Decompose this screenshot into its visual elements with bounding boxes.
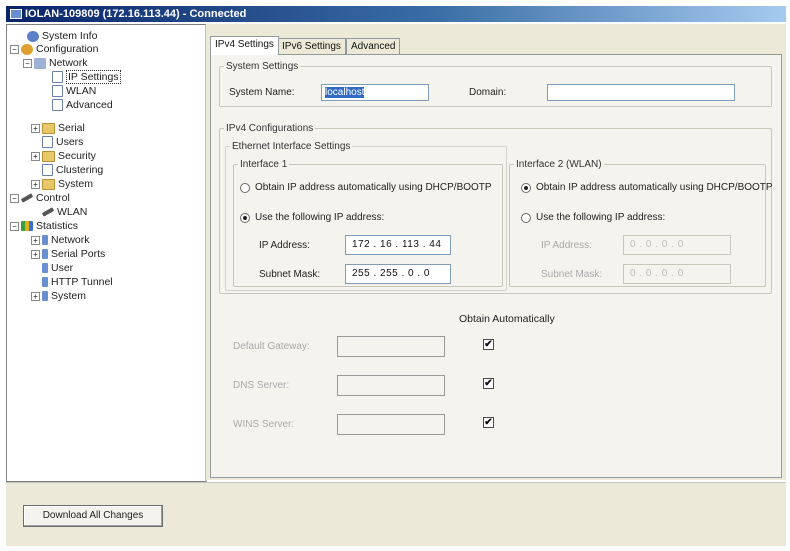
expand-toggle[interactable]: + xyxy=(31,124,40,133)
interface1-ip-label: IP Address: xyxy=(259,240,310,251)
info-icon xyxy=(27,30,39,42)
download-all-changes-button[interactable]: Download All Changes xyxy=(23,505,163,527)
gear-icon xyxy=(21,43,33,55)
collapse-toggle[interactable]: − xyxy=(23,59,32,68)
default-gateway-label: Default Gateway: xyxy=(233,341,310,352)
tree-item-configuration[interactable]: Configuration xyxy=(21,42,98,56)
network-icon xyxy=(34,57,46,69)
tree-item-control-wlan[interactable]: WLAN xyxy=(41,205,87,219)
expand-toggle[interactable]: + xyxy=(31,292,40,301)
page-icon xyxy=(42,164,53,177)
wrench-icon xyxy=(20,193,34,203)
wins-server-input xyxy=(337,414,445,435)
chart-icon xyxy=(42,263,48,274)
interface2-mask-label: Subnet Mask: xyxy=(541,269,603,280)
interface1-static-label: Use the following IP address: xyxy=(255,212,385,223)
tree-item-users[interactable]: Users xyxy=(42,135,83,149)
tree-item-ip-settings[interactable]: IP Settings xyxy=(52,70,121,84)
tab-ipv6-settings[interactable]: IPv6 Settings xyxy=(277,38,346,54)
dns-server-input xyxy=(337,375,445,396)
settings-panel: IPv4 Settings IPv6 Settings Advanced Sys… xyxy=(206,24,786,480)
interface2-static-radio[interactable] xyxy=(521,213,531,223)
system-name-label: System Name: xyxy=(229,87,295,98)
interface2-static-label: Use the following IP address: xyxy=(536,212,666,223)
page-icon xyxy=(42,136,53,149)
interface1-mask-label: Subnet Mask: xyxy=(259,269,321,280)
expand-toggle[interactable]: + xyxy=(31,236,40,245)
bottom-bar: Download All Changes xyxy=(6,482,786,546)
page-icon xyxy=(52,85,63,98)
page-icon xyxy=(52,99,63,112)
tree-item-statistics[interactable]: Statistics xyxy=(21,219,78,233)
expand-toggle[interactable]: + xyxy=(31,180,40,189)
system-settings-legend: System Settings xyxy=(226,61,299,72)
wins-server-label: WINS Server: xyxy=(233,419,295,430)
tab-advanced[interactable]: Advanced xyxy=(346,38,401,54)
tree-item-system[interactable]: System xyxy=(42,177,93,191)
default-gateway-input xyxy=(337,336,445,357)
tree-item-stat-network[interactable]: Network xyxy=(42,233,90,247)
interface1-ip-input[interactable]: 172 . 16 . 113 . 44 xyxy=(345,235,451,255)
ipv4-configurations-legend: IPv4 Configurations xyxy=(226,123,314,134)
wins-auto-checkbox[interactable]: ✔ xyxy=(483,417,494,428)
interface2-legend: Interface 2 (WLAN) xyxy=(516,159,602,170)
ethernet-interface-legend: Ethernet Interface Settings xyxy=(232,141,351,152)
expand-toggle[interactable]: + xyxy=(31,152,40,161)
folder-icon xyxy=(42,178,55,190)
tree-item-system-info[interactable]: System Info xyxy=(27,29,97,43)
interface1-dhcp-label: Obtain IP address automatically using DH… xyxy=(255,182,492,193)
folder-icon xyxy=(42,122,55,134)
folder-icon xyxy=(42,150,55,162)
wrench-icon xyxy=(41,207,55,217)
page-icon xyxy=(52,71,63,84)
navigation-tree[interactable]: System Info − Configuration − Network IP… xyxy=(6,24,207,482)
tree-item-wlan[interactable]: WLAN xyxy=(52,84,96,98)
gateway-auto-checkbox[interactable]: ✔ xyxy=(483,339,494,350)
interface2-dhcp-label: Obtain IP address automatically using DH… xyxy=(536,182,773,193)
interface1-static-radio[interactable] xyxy=(240,213,250,223)
interface2-ip-input: 0 . 0 . 0 . 0 xyxy=(623,235,731,255)
collapse-toggle[interactable]: − xyxy=(10,222,19,231)
interface1-dhcp-radio[interactable] xyxy=(240,183,250,193)
tree-item-serial[interactable]: Serial xyxy=(42,121,85,135)
ipv4-settings-page: System Settings System Name: localhost D… xyxy=(210,54,782,478)
system-name-input[interactable]: localhost xyxy=(321,84,429,101)
interface2-dhcp-radio[interactable] xyxy=(521,183,531,193)
chart-icon xyxy=(42,277,48,288)
domain-label: Domain: xyxy=(469,87,507,98)
tree-item-stat-http-tunnel[interactable]: HTTP Tunnel xyxy=(42,275,113,289)
collapse-toggle[interactable]: − xyxy=(10,45,19,54)
tree-item-security[interactable]: Security xyxy=(42,149,96,163)
interface1-mask-input[interactable]: 255 . 255 . 0 . 0 xyxy=(345,264,451,284)
expand-toggle[interactable]: + xyxy=(31,250,40,259)
window-titlebar: IOLAN-109809 (172.16.113.44) - Connected xyxy=(6,6,786,22)
tree-item-advanced[interactable]: Advanced xyxy=(52,98,113,112)
interface2-mask-input: 0 . 0 . 0 . 0 xyxy=(623,264,731,284)
tree-item-network[interactable]: Network xyxy=(34,56,88,70)
tree-item-stat-serial-ports[interactable]: Serial Ports xyxy=(42,247,105,261)
chart-icon xyxy=(42,235,48,246)
dns-auto-checkbox[interactable]: ✔ xyxy=(483,378,494,389)
tree-item-control[interactable]: Control xyxy=(20,191,70,205)
tree-item-stat-user[interactable]: User xyxy=(42,261,73,275)
interface2-ip-label: IP Address: xyxy=(541,240,592,251)
dns-server-label: DNS Server: xyxy=(233,380,290,391)
chart-icon xyxy=(21,221,33,232)
window-title: IOLAN-109809 (172.16.113.44) - Connected xyxy=(25,8,247,20)
tree-item-stat-system[interactable]: System xyxy=(42,289,86,303)
chart-icon xyxy=(42,249,48,260)
network-icon xyxy=(10,9,22,20)
chart-icon xyxy=(42,291,48,302)
domain-input[interactable] xyxy=(547,84,735,101)
interface1-legend: Interface 1 xyxy=(240,159,288,170)
collapse-toggle[interactable]: − xyxy=(10,194,19,203)
tab-ipv4-settings[interactable]: IPv4 Settings xyxy=(210,36,279,55)
obtain-automatically-heading: Obtain Automatically xyxy=(459,313,555,325)
tree-item-clustering[interactable]: Clustering xyxy=(42,163,103,177)
